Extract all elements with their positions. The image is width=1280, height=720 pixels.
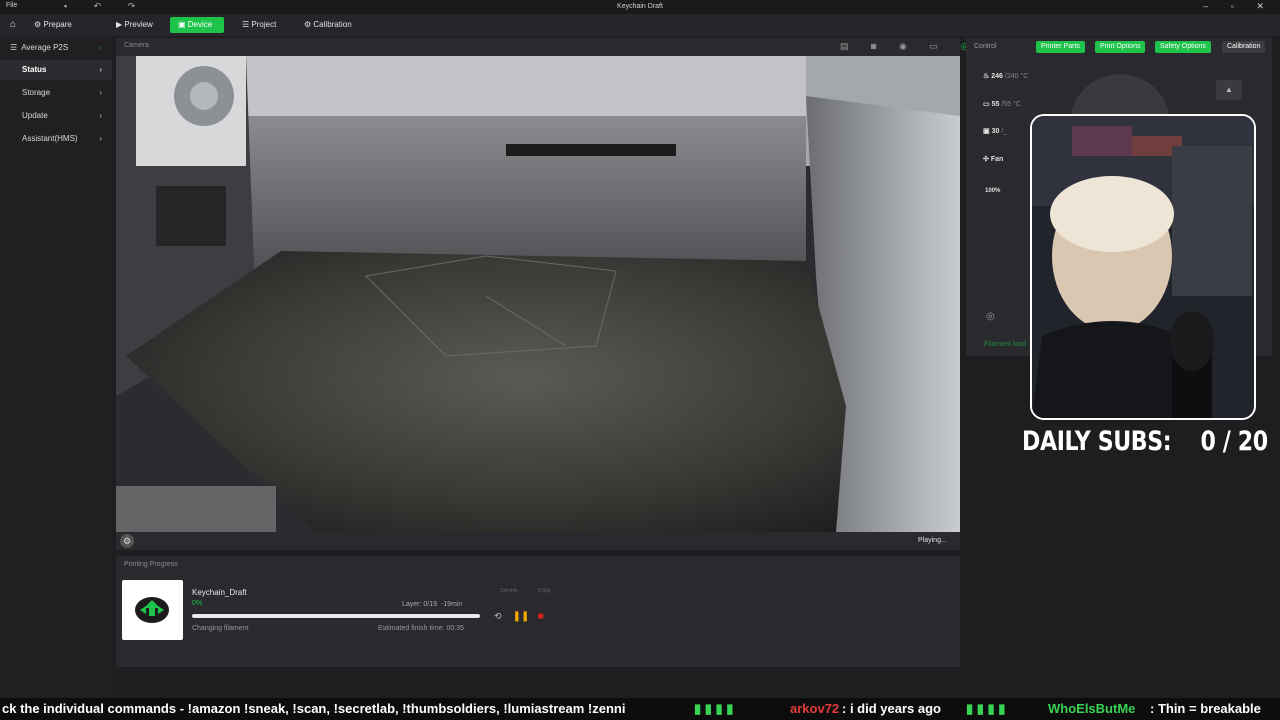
print-options-button[interactable]: Print Options: [1095, 41, 1146, 53]
chamber-temp[interactable]: ▣ 30 /_: [983, 127, 1007, 135]
camera-status: Playing...: [918, 537, 947, 544]
fan-speed[interactable]: 100%: [985, 188, 1000, 194]
sidebar-item-label: Storage: [22, 88, 51, 97]
calibration-button[interactable]: Calibration: [1222, 41, 1266, 53]
print-stage: Changing filament: [192, 625, 249, 632]
nozzle-temp[interactable]: ♨ 246 /240 °C: [983, 72, 1028, 80]
printer-parts-button[interactable]: Printer Parts: [1036, 41, 1085, 53]
sidebar-item-label: Status: [22, 65, 47, 74]
connection-icon: ◦: [99, 43, 102, 52]
progress-bar: [192, 614, 480, 618]
main-nav: ⌂ ⚙ Prepare ▶ Preview ▣ Device ☰ Project…: [0, 14, 1280, 36]
ticker-commands-text: ck the individual commands - !amazon !sn…: [2, 701, 626, 716]
streamer-portrait-image: [1032, 116, 1254, 418]
job-thumbnail: [122, 580, 183, 640]
bed-temp-unit: °C: [1013, 101, 1021, 108]
print-time-stat: 19m44s: [500, 588, 518, 594]
tab-project-label: Project: [251, 20, 277, 29]
stop-icon[interactable]: ■: [538, 611, 544, 622]
nozzle-icon: ♨: [983, 73, 990, 80]
pause-icon[interactable]: ❚❚: [513, 611, 530, 622]
sidebar-item-storage[interactable]: Storage ›: [0, 83, 112, 103]
bed-icon: ▭: [983, 101, 990, 108]
filament-weight-stat: 5.88g: [538, 588, 551, 594]
progress-section-title: Printing Progress: [124, 561, 178, 568]
streamer-webcam: [1030, 114, 1256, 420]
camera-feed: [116, 56, 960, 532]
daily-subs-overlay: DAILY SUBS: 0 / 20: [1022, 426, 1268, 457]
tab-project[interactable]: ☰ Project: [234, 17, 284, 33]
control-label: Control: [974, 43, 997, 50]
sidebar-item-status[interactable]: Status ›: [0, 60, 112, 80]
tab-preview-label: Preview: [124, 20, 153, 29]
daily-subs-label: DAILY SUBS:: [1022, 426, 1172, 457]
printer-name: Average P2S: [21, 43, 69, 52]
tab-calibration[interactable]: ⚙ Calibration: [296, 17, 360, 33]
estimated-finish: Estimated finish time: 00:35: [378, 625, 464, 632]
home-icon[interactable]: ⌂: [2, 17, 24, 33]
fan-label: ✣ Fan: [983, 155, 1003, 163]
chevron-right-icon: ›: [99, 111, 102, 120]
chamber-temp-target: /_: [1001, 128, 1008, 135]
layer-info: Layer: 0/19 -19min: [402, 601, 462, 608]
bed-temp[interactable]: ▭ 55 /55 °C: [983, 100, 1021, 108]
tab-device[interactable]: ▣ Device: [170, 17, 224, 33]
keychain-preview-image: [135, 597, 169, 623]
window-title: Keychain Draft: [617, 3, 663, 10]
safety-options-button[interactable]: Safety Options: [1155, 41, 1211, 53]
ticker-badge-icons: ▮ ▮ ▮ ▮: [966, 701, 1006, 716]
window-controls[interactable]: – ▫ ✕: [1203, 1, 1274, 12]
tab-device-label: Device: [187, 20, 213, 29]
progress-percent: 0%: [192, 600, 203, 607]
camera-toolbar-icons[interactable]: ▤ ◙ ◉ ▭ ◎: [840, 41, 978, 52]
tab-calibration-label: Calibration: [313, 20, 352, 29]
bed-temp-target: /55: [1001, 101, 1012, 108]
printer-selector[interactable]: ☰ Average P2S ◦: [0, 38, 112, 58]
bed-temp-value: 55: [991, 101, 1000, 108]
sidebar-item-label: Assistant(HMS): [22, 134, 78, 143]
sidebar-item-assistant[interactable]: Assistant(HMS) ›: [0, 129, 112, 149]
chevron-right-icon: ›: [99, 65, 102, 74]
chamber-temp-value: 30: [991, 128, 1000, 135]
print-controls: ⟲ ❚❚ ■: [494, 611, 544, 622]
printer-icon: ☰: [10, 43, 18, 52]
camera-settings-icon[interactable]: ⚙: [120, 534, 134, 548]
chevron-right-icon: ›: [99, 88, 102, 97]
time-remaining: -19min: [440, 601, 463, 608]
tab-preview[interactable]: ▶ Preview: [108, 17, 161, 33]
chamber-icon: ▣: [983, 128, 990, 135]
title-bar: File ▪ ↶ ↷ Keychain Draft – ▫ ✕: [0, 0, 1280, 14]
chat-ticker: ck the individual commands - !amazon !sn…: [0, 698, 1280, 720]
tab-prepare[interactable]: ⚙ Prepare: [26, 17, 80, 33]
fan-label-text: Fan: [990, 156, 1004, 163]
tab-prepare-label: Prepare: [43, 20, 72, 29]
sidebar-item-update[interactable]: Update ›: [0, 106, 112, 126]
ticker-user: WhoElsButMe: [1048, 701, 1136, 716]
nozzle-temp-value: 246: [991, 73, 1003, 80]
refresh-icon[interactable]: ⟲: [494, 611, 502, 621]
device-sidebar: ☰ Average P2S ◦ Status › Storage › Update ›…: [0, 36, 112, 720]
sidebar-item-label: Update: [22, 111, 48, 120]
layer-count: Layer: 0/19: [402, 601, 438, 608]
ticker-user: arkov72: [790, 701, 840, 716]
ticker-message: : Thin = breakable: [1150, 701, 1261, 716]
nozzle-temp-target: /240: [1004, 73, 1019, 80]
job-name: Keychain_Draft: [192, 588, 247, 597]
camera-focus-icon[interactable]: ◎: [986, 311, 995, 322]
bed-up-button[interactable]: ▲: [1216, 80, 1242, 100]
ticker-badge-icons: ▮ ▮ ▮ ▮: [694, 701, 734, 716]
daily-subs-value: 0 / 20: [1200, 426, 1268, 457]
filament-load-link[interactable]: Filament load: [984, 341, 1026, 348]
ticker-message: : i did years ago: [842, 701, 941, 716]
nozzle-temp-unit: °C: [1020, 73, 1029, 80]
fan-icon: ✣: [983, 156, 989, 163]
printer-interior-image: [116, 56, 960, 532]
chevron-right-icon: ›: [99, 134, 102, 143]
camera-label: Camera: [124, 42, 149, 49]
